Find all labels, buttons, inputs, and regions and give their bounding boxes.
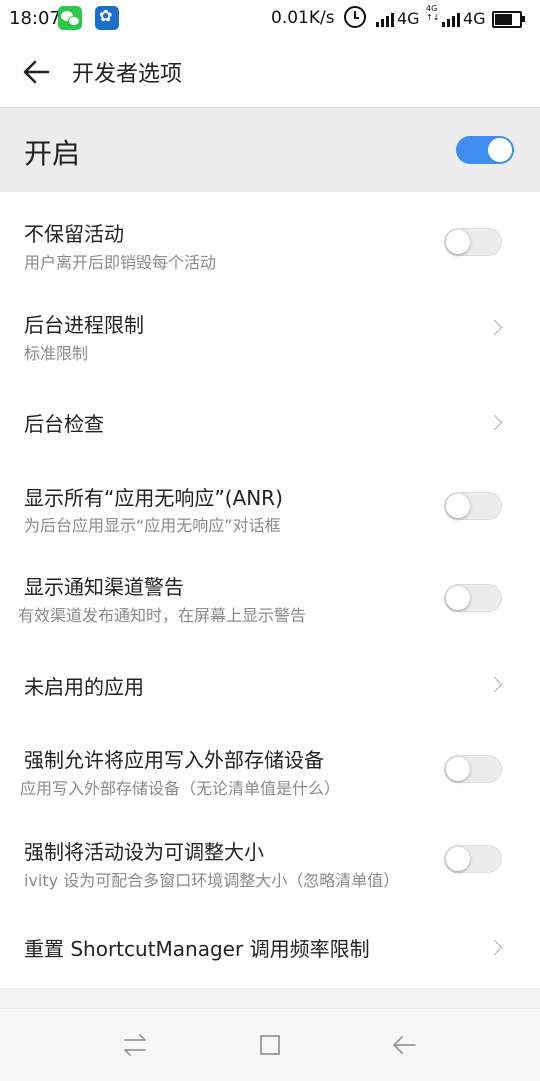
setting-subtitle: 用户离开后即销毁每个活动	[24, 253, 217, 272]
app-icon	[95, 6, 119, 30]
setting-subtitle: 标准限制	[24, 344, 89, 363]
toggle-force-resizable-activities[interactable]	[444, 845, 502, 873]
home-button[interactable]	[254, 1029, 286, 1061]
back-arrow-icon	[393, 1036, 416, 1054]
chevron-right-icon	[486, 319, 503, 336]
chevron-right-icon	[486, 414, 503, 431]
setting-subtitle: 为后台应用显示“应用无响应”对话框	[24, 516, 281, 535]
network-speed: 0.01K/s	[271, 8, 335, 28]
page-title: 开发者选项	[72, 62, 183, 87]
master-switch-row[interactable]: 开启	[0, 108, 540, 192]
setting-notification-channel-warnings[interactable]: 显示通知渠道警告 有效渠道发布通知时，在屏幕上显示警告	[0, 554, 540, 646]
alarm-icon	[344, 6, 366, 28]
master-switch-label: 开启	[24, 137, 81, 170]
setting-background-check[interactable]: 后台检查	[0, 374, 540, 456]
status-bar: 18:07 0.01K/s 4G 4G↑↓ 4G	[0, 0, 540, 36]
wechat-icon	[58, 6, 82, 30]
setting-title: 未启用的应用	[24, 675, 144, 699]
setting-title: 强制将活动设为可调整大小	[24, 840, 264, 864]
battery-icon	[492, 11, 525, 28]
setting-subtitle: ivity 设为可配合多窗口环境调整大小（忽略清单值）	[24, 871, 400, 890]
settings-list: 不保留活动 用户离开后即销毁每个活动 后台进程限制 标准限制 后台检查 显示所有…	[0, 192, 540, 988]
setting-title: 显示通知渠道警告	[24, 575, 184, 599]
setting-reset-shortcutmanager[interactable]: 重置 ShortcutManager 调用频率限制	[0, 916, 540, 988]
setting-inactive-apps[interactable]: 未启用的应用	[0, 646, 540, 722]
toggle-notification-channel-warnings[interactable]	[444, 584, 502, 612]
signal-icon	[442, 11, 460, 27]
setting-force-external-storage[interactable]: 强制允许将应用写入外部存储设备 应用写入外部存储设备（无论清单值是什么）	[0, 732, 540, 824]
chevron-right-icon	[486, 939, 503, 956]
setting-force-resizable-activities[interactable]: 强制将活动设为可调整大小 ivity 设为可配合多窗口环境调整大小（忽略清单值）	[0, 824, 540, 916]
master-toggle[interactable]	[456, 136, 514, 164]
status-time: 18:07	[9, 8, 61, 29]
setting-title: 强制允许将应用写入外部存储设备	[24, 748, 324, 772]
setting-title: 重置 ShortcutManager 调用频率限制	[24, 937, 370, 961]
list-bottom-spacer	[0, 988, 540, 1008]
network-type-sim1: 4G	[397, 9, 420, 28]
toggle-dont-keep-activities[interactable]	[444, 228, 502, 256]
setting-title: 后台检查	[24, 412, 104, 436]
setting-subtitle: 应用写入外部存储设备（无论清单值是什么）	[20, 779, 341, 798]
back-nav-button[interactable]	[388, 1029, 420, 1061]
setting-dont-keep-activities[interactable]: 不保留活动 用户离开后即销毁每个活动	[0, 192, 540, 284]
toggle-show-all-anr[interactable]	[444, 492, 502, 520]
switch-apps-button[interactable]	[119, 1029, 151, 1061]
toggle-force-external-storage[interactable]	[444, 755, 502, 783]
network-type-sim2: 4G	[463, 9, 486, 28]
arrow-left-icon	[23, 60, 50, 84]
setting-show-all-anr[interactable]: 显示所有“应用无响应”(ANR) 为后台应用显示“应用无响应”对话框	[0, 462, 540, 554]
switch-apps-icon	[124, 1034, 146, 1056]
chevron-right-icon	[486, 676, 503, 693]
app-bar: 开发者选项	[0, 36, 540, 108]
signal-icon	[376, 11, 394, 27]
back-button[interactable]	[20, 56, 52, 88]
home-square-icon	[260, 1035, 280, 1055]
setting-background-process-limit[interactable]: 后台进程限制 标准限制	[0, 284, 540, 374]
navigation-bar	[0, 1008, 540, 1081]
setting-title: 显示所有“应用无响应”(ANR)	[24, 486, 283, 510]
network-type-small: 4G ↑↓	[426, 4, 440, 22]
setting-title: 不保留活动	[24, 222, 124, 246]
setting-title: 后台进程限制	[24, 313, 144, 337]
setting-subtitle: 有效渠道发布通知时，在屏幕上显示警告	[18, 606, 307, 625]
